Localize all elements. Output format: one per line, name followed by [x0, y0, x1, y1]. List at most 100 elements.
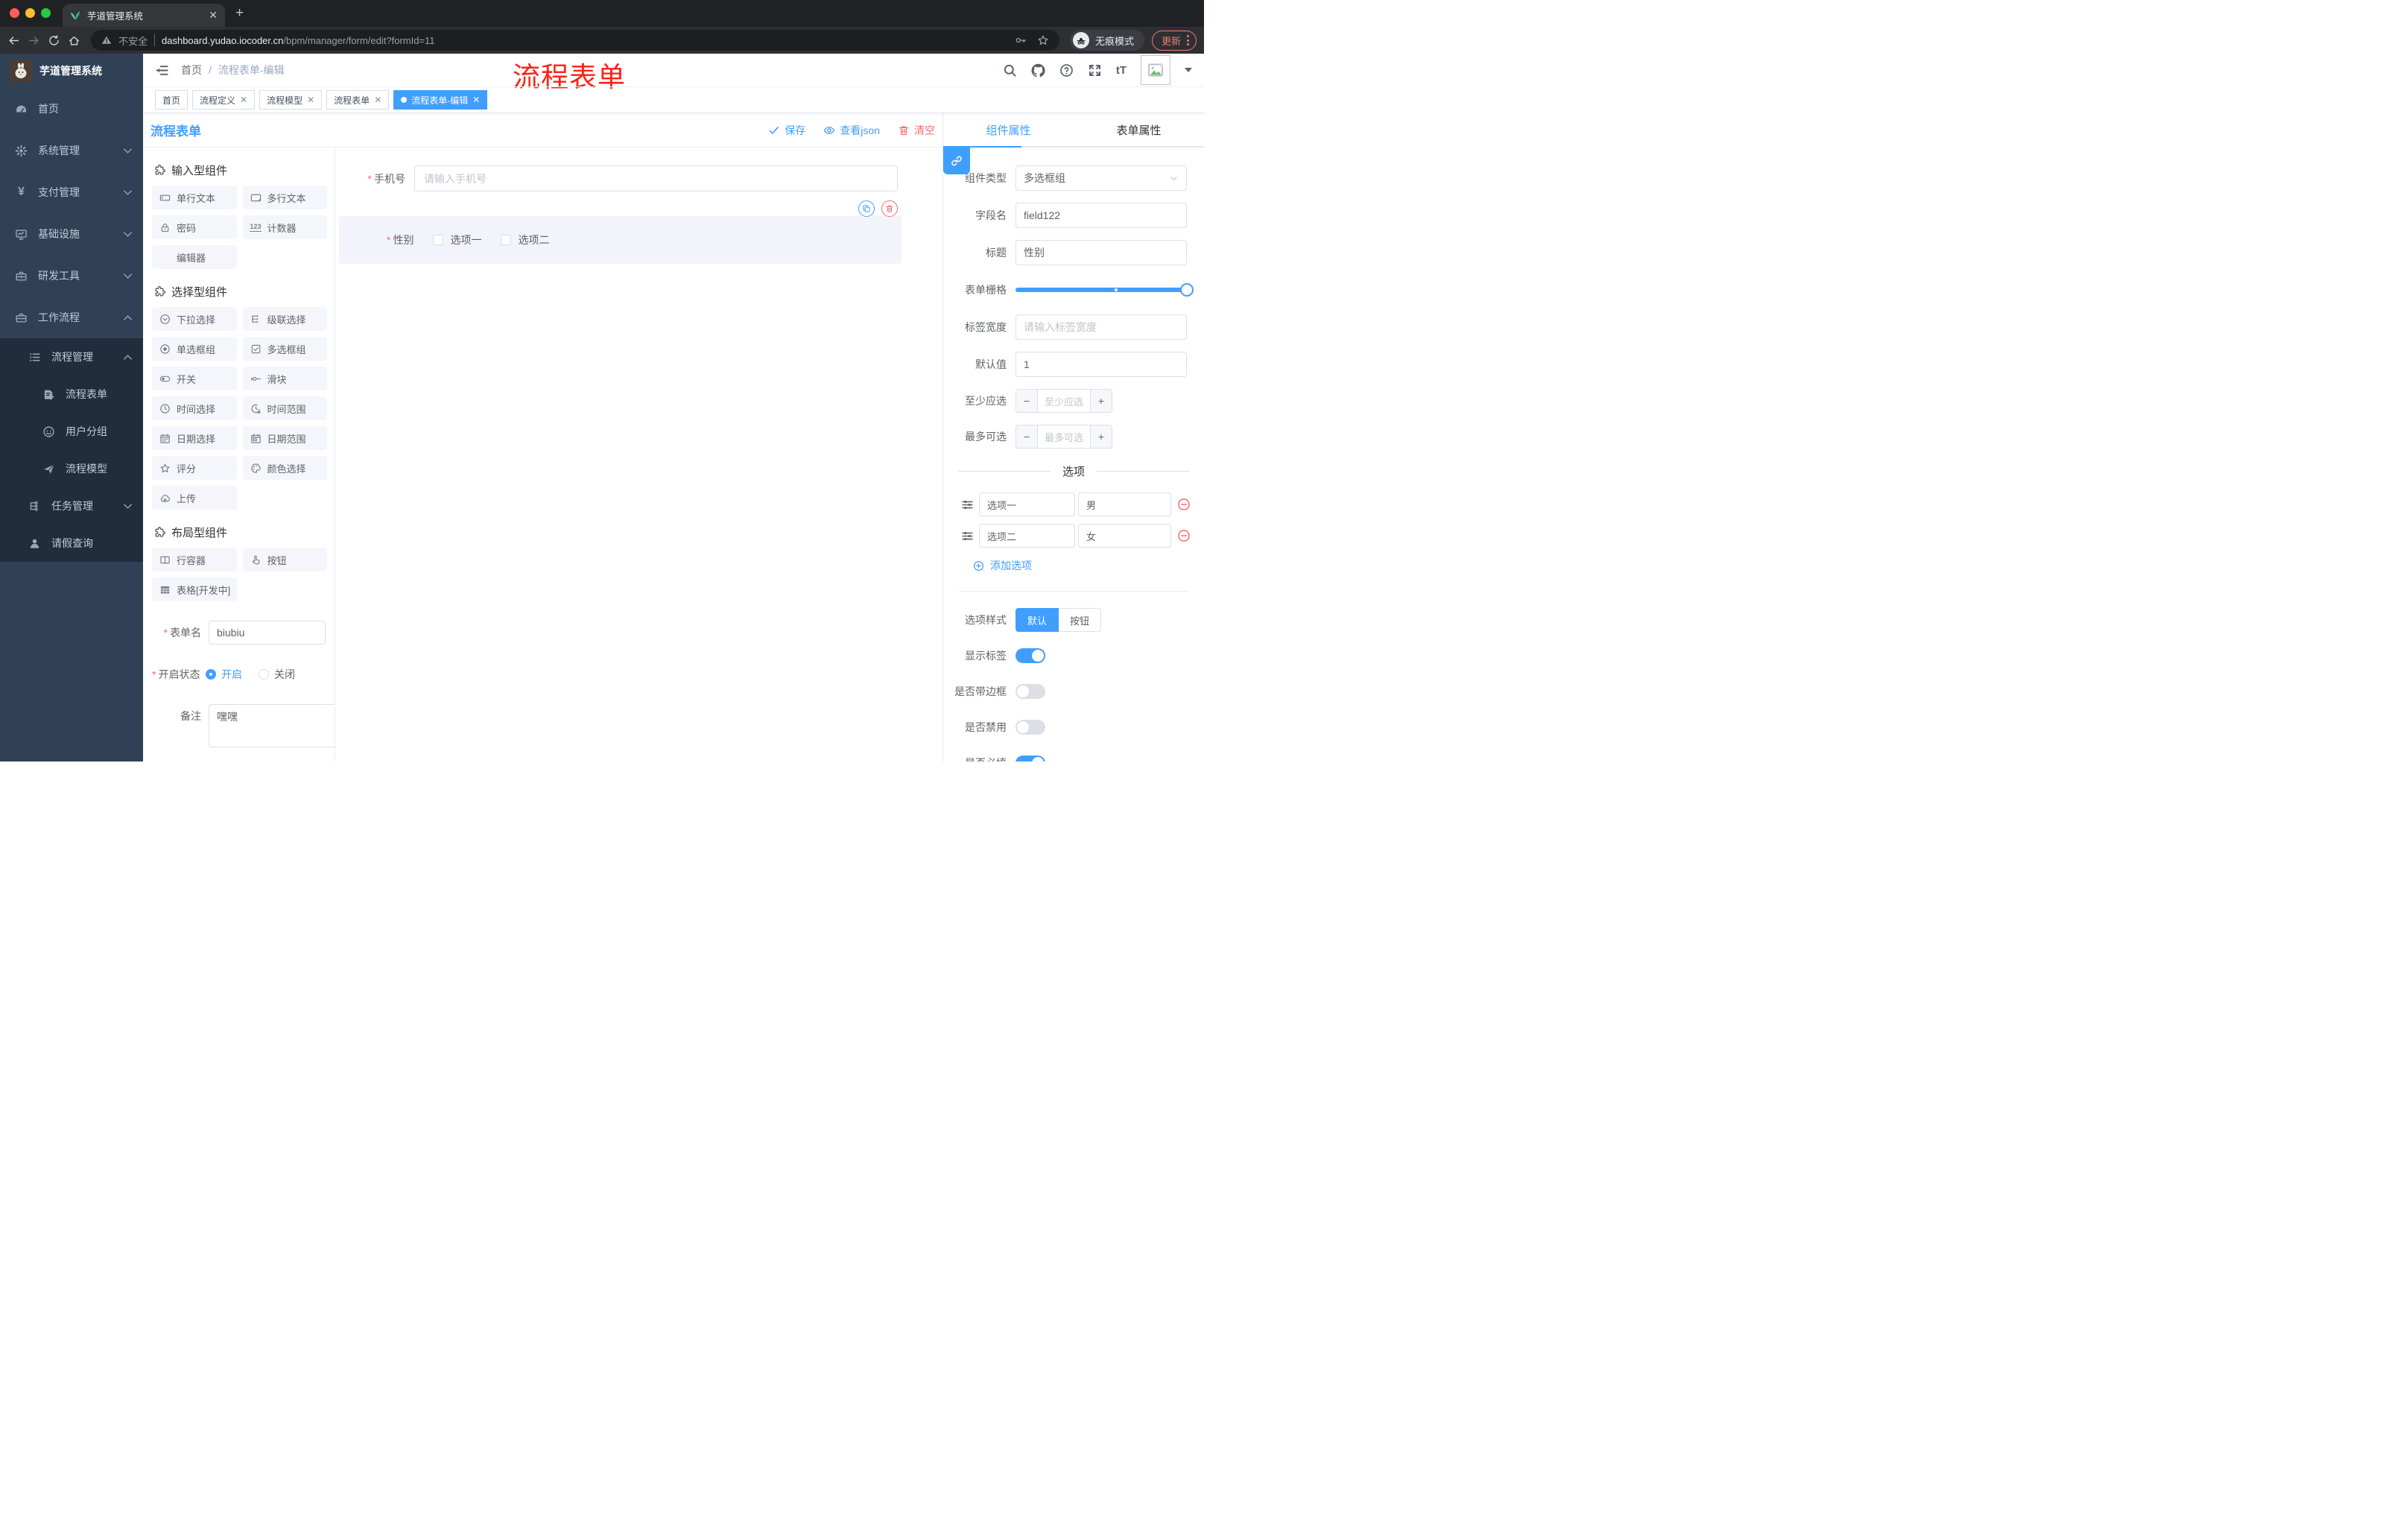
- form-name-input[interactable]: [209, 621, 326, 645]
- palette-item-single-text[interactable]: 单行文本: [152, 186, 237, 209]
- sidebar-item-payment[interactable]: ¥ 支付管理: [0, 171, 143, 213]
- form-canvas[interactable]: 手机号 性别 选项一 选项二: [335, 148, 942, 762]
- sidebar-item-system[interactable]: 系统管理: [0, 130, 143, 171]
- min-select-value[interactable]: 至少应选: [1038, 390, 1090, 412]
- tab-home[interactable]: 首页: [155, 90, 188, 110]
- palette-item-upload[interactable]: 上传: [152, 486, 237, 510]
- security-warning-icon[interactable]: [101, 35, 112, 45]
- palette-item-time-picker[interactable]: 时间选择: [152, 396, 237, 420]
- fullscreen-icon[interactable]: [1088, 63, 1102, 77]
- palette-item-cascader[interactable]: 级联选择: [242, 307, 327, 331]
- gender-widget-selected[interactable]: 性别 选项一 选项二: [339, 216, 902, 264]
- tab-process-form[interactable]: 流程表单 ✕: [326, 90, 390, 110]
- status-on-radio[interactable]: 开启: [206, 662, 242, 686]
- password-key-icon[interactable]: [1015, 34, 1027, 46]
- palette-item-password[interactable]: 密码: [152, 215, 237, 239]
- style-button-button[interactable]: 按钮: [1059, 608, 1102, 632]
- max-select-stepper[interactable]: − 最多可选 +: [1016, 425, 1112, 449]
- address-bar[interactable]: 不安全 dashboard.yudao.iocoder.cn/bpm/manag…: [91, 30, 1059, 51]
- phone-field-row[interactable]: 手机号: [335, 165, 898, 191]
- palette-item-slider[interactable]: 滑块: [242, 367, 327, 390]
- close-icon[interactable]: ✕: [307, 95, 314, 105]
- field-name-input[interactable]: [1016, 203, 1187, 228]
- close-icon[interactable]: ✕: [472, 95, 480, 105]
- default-value-input[interactable]: [1016, 352, 1187, 377]
- bookmark-star-icon[interactable]: [1037, 34, 1049, 46]
- add-option-button[interactable]: 添加选项: [973, 558, 1204, 573]
- phone-input[interactable]: [414, 165, 898, 191]
- save-button[interactable]: 保存: [768, 123, 805, 138]
- reload-icon[interactable]: [48, 34, 60, 47]
- copy-widget-button[interactable]: [858, 200, 875, 217]
- sidebar-item-task-mgmt[interactable]: 任务管理: [0, 487, 143, 525]
- panel-link-handle[interactable]: [943, 148, 970, 174]
- bordered-switch[interactable]: [1016, 684, 1045, 699]
- checkbox-icon[interactable]: [501, 235, 512, 245]
- increment-button[interactable]: +: [1090, 425, 1112, 448]
- min-select-stepper[interactable]: − 至少应选 +: [1016, 389, 1112, 413]
- tab-process-form-edit[interactable]: 流程表单-编辑 ✕: [393, 90, 488, 110]
- palette-item-editor[interactable]: 编辑器: [152, 245, 237, 269]
- tab-form-props[interactable]: 表单属性: [1074, 113, 1204, 146]
- slider-handle[interactable]: [1180, 283, 1194, 297]
- browser-update-button[interactable]: 更新: [1151, 30, 1197, 51]
- sidebar-item-process-model[interactable]: 流程模型: [0, 450, 143, 487]
- remove-option-icon[interactable]: [1177, 498, 1191, 511]
- decrement-button[interactable]: −: [1016, 390, 1038, 412]
- grid-slider[interactable]: [1016, 277, 1194, 303]
- close-icon[interactable]: ✕: [374, 95, 381, 105]
- browser-menu-icon[interactable]: [1187, 35, 1189, 45]
- sidebar-item-leave-query[interactable]: 请假查询: [0, 525, 143, 562]
- palette-item-checkbox-group[interactable]: 多选框组: [242, 337, 327, 361]
- style-default-button[interactable]: 默认: [1016, 608, 1059, 632]
- palette-item-color-picker[interactable]: 颜色选择: [242, 456, 327, 480]
- palette-item-table[interactable]: 表格[开发中]: [152, 577, 237, 601]
- checkbox-icon[interactable]: [433, 235, 444, 245]
- sidebar-item-process-mgmt[interactable]: 流程管理: [0, 338, 143, 376]
- palette-item-date-picker[interactable]: 日期选择: [152, 426, 237, 450]
- radio-icon[interactable]: [259, 669, 269, 680]
- font-size-icon[interactable]: tT: [1116, 64, 1127, 77]
- help-icon[interactable]: [1059, 63, 1074, 77]
- title-input[interactable]: [1016, 240, 1187, 265]
- gender-option-2-checkbox[interactable]: 选项二: [501, 232, 549, 247]
- palette-item-multi-text[interactable]: 多行文本: [242, 186, 327, 209]
- sidebar-item-workflow[interactable]: 工作流程: [0, 297, 143, 338]
- window-minimize-button[interactable]: [25, 8, 35, 18]
- window-close-button[interactable]: [10, 8, 19, 18]
- clear-button[interactable]: 清空: [898, 123, 935, 138]
- avatar[interactable]: [1141, 55, 1170, 85]
- delete-widget-button[interactable]: [881, 200, 898, 217]
- tab-close-icon[interactable]: ✕: [209, 9, 218, 22]
- disabled-switch[interactable]: [1016, 720, 1045, 735]
- drag-handle-icon[interactable]: [961, 530, 974, 542]
- remark-textarea[interactable]: 嘿嘿: [209, 704, 335, 747]
- sidebar-item-infra[interactable]: 基础设施: [0, 213, 143, 255]
- palette-item-counter[interactable]: 123 计数器: [242, 215, 327, 239]
- max-select-value[interactable]: 最多可选: [1038, 425, 1090, 448]
- gender-option-1-checkbox[interactable]: 选项一: [433, 232, 481, 247]
- option-2-value-input[interactable]: [1078, 524, 1171, 548]
- sidebar-item-devtools[interactable]: 研发工具: [0, 255, 143, 297]
- search-icon[interactable]: [1003, 63, 1017, 77]
- remove-option-icon[interactable]: [1177, 529, 1191, 542]
- forward-icon[interactable]: [28, 34, 40, 47]
- breadcrumb-home[interactable]: 首页: [181, 63, 202, 77]
- option-1-value-input[interactable]: [1078, 493, 1171, 516]
- home-icon[interactable]: [68, 34, 80, 47]
- show-label-switch[interactable]: [1016, 648, 1045, 663]
- back-icon[interactable]: [7, 34, 20, 47]
- status-off-radio[interactable]: 关闭: [259, 662, 295, 686]
- window-controls[interactable]: [10, 8, 51, 18]
- palette-item-button[interactable]: 按钮: [242, 548, 327, 571]
- tab-process-def[interactable]: 流程定义 ✕: [192, 90, 256, 110]
- window-zoom-button[interactable]: [41, 8, 51, 18]
- app-logo[interactable]: 芋道管理系统: [0, 54, 143, 88]
- sidebar-collapse-icon[interactable]: [155, 63, 169, 77]
- browser-tab[interactable]: 芋道管理系统 ✕: [63, 4, 225, 27]
- close-icon[interactable]: ✕: [240, 95, 247, 105]
- drag-handle-icon[interactable]: [961, 498, 974, 511]
- sidebar-item-process-form[interactable]: 流程表单: [0, 376, 143, 413]
- required-switch[interactable]: [1016, 756, 1045, 762]
- view-json-button[interactable]: 查看json: [823, 123, 880, 138]
